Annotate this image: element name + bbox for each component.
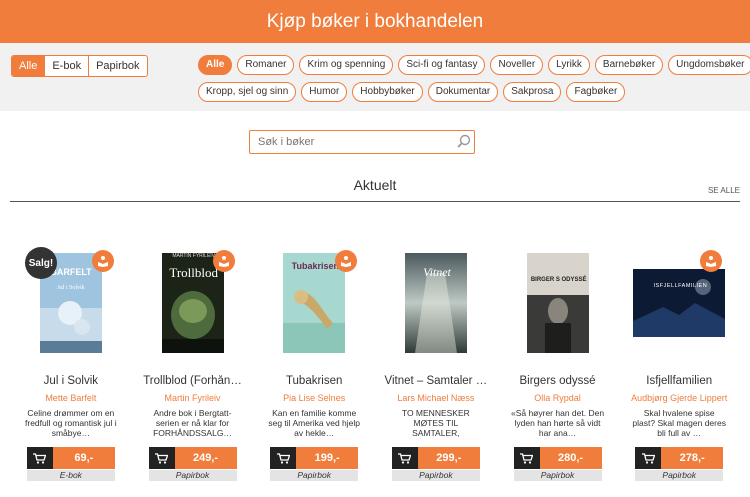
book-cover-area: ISFJELLFAMILIEN xyxy=(618,245,740,360)
category-pill-ungdomsboker[interactable]: Ungdomsbøker xyxy=(668,55,750,75)
category-pill-all[interactable]: Alle xyxy=(198,55,233,75)
book-description: Celine drømmer om en fredfull og romanti… xyxy=(25,408,117,438)
section-header: Aktuelt SE ALLE xyxy=(10,176,740,202)
buy-button[interactable]: 280,- xyxy=(513,447,602,469)
buy-button[interactable]: 278,- xyxy=(635,447,724,469)
book-title[interactable]: Tubakrisen xyxy=(253,375,375,387)
category-pill-barneboker[interactable]: Barnebøker xyxy=(594,55,664,75)
book-icon xyxy=(91,250,114,272)
book-cover-area: BARFELT Jul i Solvik Salg! xyxy=(10,245,132,360)
format-paperback-button[interactable]: Papirbok xyxy=(88,56,146,76)
category-pill-scifi[interactable]: Sci-fi og fantasy xyxy=(398,55,486,75)
book-icon xyxy=(700,250,723,272)
book-cover-area: BIRGER S ODYSSÉ xyxy=(497,245,619,360)
book-format: E-bok xyxy=(26,470,115,481)
cart-icon[interactable] xyxy=(148,447,175,469)
cart-icon[interactable] xyxy=(270,447,297,469)
book-author[interactable]: Pia Lise Selnes xyxy=(253,393,375,403)
book-author[interactable]: Audbjørg Gjerde Lippert xyxy=(618,393,740,403)
book-card[interactable]: Tubakrisen Tubakrisen Pia Lise Selnes Ka… xyxy=(253,245,375,481)
book-grid: BARFELT Jul i Solvik Salg! Jul i Solvik … xyxy=(10,245,740,481)
category-pill-lyrikk[interactable]: Lyrikk xyxy=(548,55,590,75)
category-pill-hobbyboker[interactable]: Hobbybøker xyxy=(352,82,423,102)
book-author[interactable]: Martin Fyrileiv xyxy=(132,393,254,403)
book-title[interactable]: Isfjellfamilien xyxy=(618,375,740,387)
buy-button[interactable]: 249,- xyxy=(148,447,237,469)
book-description: Skal hvalene spise plast? Skal magen der… xyxy=(632,408,726,438)
cover-title: ISFJELLFAMILIEN xyxy=(653,283,708,289)
book-title[interactable]: Trollblod (Forhån… xyxy=(132,375,254,387)
svg-text:Jul i Solvik: Jul i Solvik xyxy=(57,285,84,291)
book-card[interactable]: ISFJELLFAMILIEN Isfjellfamilien Audbjørg… xyxy=(618,245,740,481)
book-card[interactable]: Vitnet Vitnet – Samtaler … Lars Michael … xyxy=(375,245,497,481)
format-all-button[interactable]: Alle xyxy=(12,56,45,76)
cart-icon[interactable] xyxy=(391,447,418,469)
book-author[interactable]: Lars Michael Næss xyxy=(375,393,497,403)
book-format: Papirbok xyxy=(513,470,602,481)
book-cover[interactable] xyxy=(633,268,726,337)
sale-badge-label: Salg! xyxy=(28,257,54,269)
book-cover-area: MARTIN FYRILEIV Trollblod xyxy=(132,245,254,360)
category-pill-noveller[interactable]: Noveller xyxy=(490,55,544,75)
sale-badge: Salg! xyxy=(25,247,57,279)
section-title: Aktuelt xyxy=(353,177,397,193)
page-header: Kjøp bøker i bokhandelen xyxy=(0,0,750,43)
search-input[interactable] xyxy=(250,136,454,148)
buy-button[interactable]: 69,- xyxy=(26,447,115,469)
book-description: «Så høyrer han det. Den lyden han hørte … xyxy=(510,408,605,438)
book-author[interactable]: Mette Barfelt xyxy=(10,393,132,403)
book-author[interactable]: Olla Rypdal xyxy=(497,393,619,403)
category-pill-krim[interactable]: Krim og spenning xyxy=(299,55,394,75)
category-filter: Alle Romaner Krim og spenning Sci-fi og … xyxy=(198,55,750,109)
book-price[interactable]: 278,- xyxy=(661,447,724,469)
book-icon xyxy=(213,250,236,272)
book-price[interactable]: 249,- xyxy=(174,447,237,469)
category-pill-humor[interactable]: Humor xyxy=(301,82,348,102)
format-ebook-button[interactable]: E-bok xyxy=(44,56,88,76)
book-format: Papirbok xyxy=(270,470,359,481)
cart-icon[interactable] xyxy=(635,447,662,469)
book-format: Papirbok xyxy=(148,470,237,481)
book-price[interactable]: 199,- xyxy=(296,447,359,469)
buy-button[interactable]: 199,- xyxy=(270,447,359,469)
category-pill-dokumentar[interactable]: Dokumentar xyxy=(427,82,499,102)
cover-title: Vitnet xyxy=(423,265,451,279)
book-card[interactable]: MARTIN FYRILEIV Trollblod Trollblod (For… xyxy=(132,245,254,481)
category-pill-kropp[interactable]: Kropp, sjel og sinn xyxy=(198,82,297,102)
svg-text:BARFELT: BARFELT xyxy=(50,267,92,277)
book-description: Andre bok i Bergtatt-serien er nå klar f… xyxy=(153,408,232,438)
cart-icon[interactable] xyxy=(26,447,53,469)
book-cover-area: Tubakrisen xyxy=(253,245,375,360)
book-title[interactable]: Jul i Solvik xyxy=(10,375,132,387)
book-card[interactable]: BIRGER S ODYSSÉ Birgers odyssé Olla Rypd… xyxy=(497,245,619,481)
cart-icon[interactable] xyxy=(513,447,540,469)
book-price[interactable]: 299,- xyxy=(417,447,480,469)
buy-button[interactable]: 299,- xyxy=(391,447,480,469)
book-description: TO MENNESKER MØTES TIL SAMTALER, hovedpe… xyxy=(394,408,478,439)
book-title[interactable]: Vitnet – Samtaler … xyxy=(375,375,497,387)
page-title: Kjøp bøker i bokhandelen xyxy=(266,10,484,32)
book-format: Papirbok xyxy=(635,470,724,481)
book-price[interactable]: 69,- xyxy=(52,447,115,469)
book-price[interactable]: 280,- xyxy=(539,447,602,469)
filter-bar: Alle E-bok Papirbok Alle Romaner Krim og… xyxy=(0,43,750,111)
search-box xyxy=(249,130,475,154)
category-pill-sakprosa[interactable]: Sakprosa xyxy=(503,82,562,102)
book-icon xyxy=(335,250,358,272)
category-row: Alle Romaner Krim og spenning Sci-fi og … xyxy=(198,55,750,75)
book-description: Kan en familie komme seg til Amerika ved… xyxy=(268,408,361,438)
category-pill-fagboker[interactable]: Fagbøker xyxy=(566,82,626,102)
book-format: Papirbok xyxy=(391,470,480,481)
book-title[interactable]: Birgers odyssé xyxy=(497,375,619,387)
category-row: Kropp, sjel og sinn Humor Hobbybøker Dok… xyxy=(198,82,718,102)
book-cover-area: Vitnet xyxy=(375,245,497,360)
book-card[interactable]: BARFELT Jul i Solvik Salg! Jul i Solvik … xyxy=(10,245,132,481)
cover-title: BIRGER S ODYSSÉ xyxy=(530,277,587,283)
format-filter: Alle E-bok Papirbok xyxy=(11,55,148,77)
see-all-link[interactable]: SE ALLE xyxy=(708,186,740,195)
category-pill-romaner[interactable]: Romaner xyxy=(237,55,295,75)
book-cover[interactable] xyxy=(526,252,589,353)
search-icon[interactable] xyxy=(454,132,474,152)
